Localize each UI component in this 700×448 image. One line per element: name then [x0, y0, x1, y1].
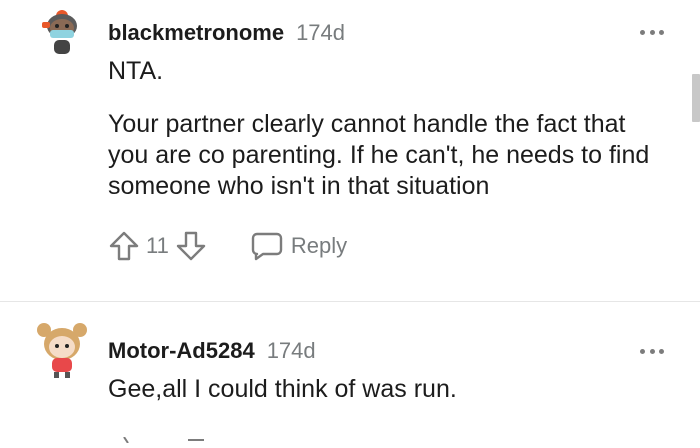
comment: Motor-Ad5284 174d Gee,all I could think …	[0, 302, 700, 436]
avatar[interactable]	[34, 4, 90, 60]
username[interactable]: blackmetronome	[108, 20, 284, 46]
upvote-icon[interactable]	[108, 230, 140, 262]
more-options-icon[interactable]	[640, 28, 664, 36]
reply-icon	[251, 232, 283, 261]
username[interactable]: Motor-Ad5284	[108, 338, 255, 364]
comment-header: blackmetronome 174d	[108, 20, 345, 46]
more-options-icon[interactable]	[640, 347, 664, 355]
reply-label: Reply	[290, 233, 348, 258]
comment-age: 174d	[266, 338, 316, 363]
avatar[interactable]	[34, 320, 90, 378]
comment-paragraph: NTA.	[108, 57, 164, 85]
comment-paragraph: Your partner clearly cannot handle the f…	[108, 110, 650, 200]
reply-button[interactable]: Reply	[251, 231, 347, 261]
comment-actions-partial	[108, 430, 228, 444]
upvote-icon[interactable]	[108, 436, 228, 444]
comment-age: 174d	[296, 20, 346, 45]
comment-paragraph: Gee,all I could think of was run.	[108, 375, 457, 403]
snoo-avatar-mask-icon	[42, 10, 77, 54]
downvote-icon[interactable]	[175, 230, 207, 262]
comment-actions: 11 Reply	[108, 230, 347, 262]
snoo-avatar-girl-icon	[37, 323, 87, 378]
scrollbar-thumb[interactable]	[692, 74, 700, 122]
vote-count: 11	[146, 233, 169, 258]
comment-header: Motor-Ad5284 174d	[108, 338, 316, 364]
comment: blackmetronome 174d NTA. Your partner cl…	[0, 0, 700, 300]
